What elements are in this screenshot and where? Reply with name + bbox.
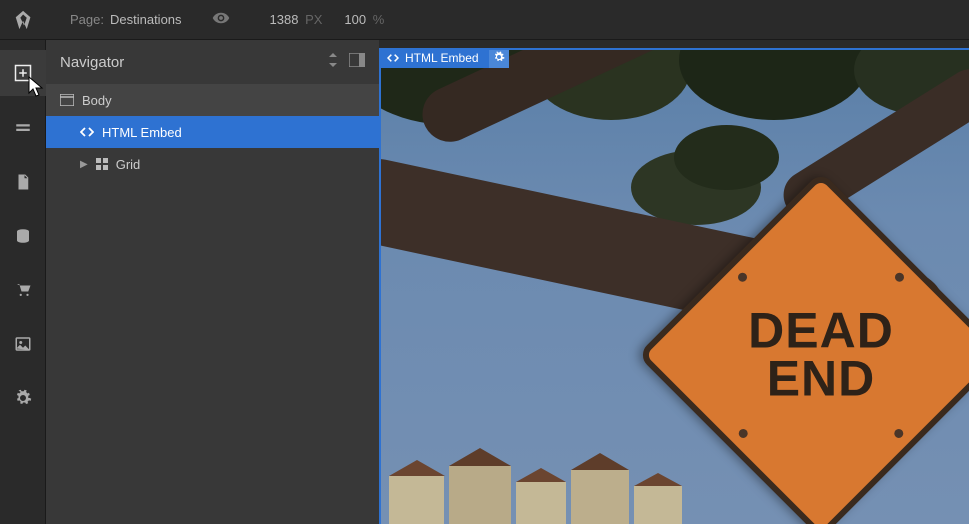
tree-label: HTML Embed <box>102 125 182 140</box>
grid-icon <box>96 158 108 170</box>
sign-text-line2: END <box>748 355 894 403</box>
badge-label: HTML Embed <box>405 51 479 65</box>
panel-header: Navigator <box>46 40 379 84</box>
body-icon <box>60 94 74 106</box>
page-selector[interactable]: Page: Destinations <box>70 12 182 27</box>
tool-sidebar <box>0 40 46 524</box>
tree-node-body[interactable]: Body <box>46 84 379 116</box>
panel-toggle-icon[interactable] <box>349 53 365 72</box>
selection-badge[interactable]: HTML Embed <box>379 48 509 68</box>
main-area: Navigator Body HTML Embed <box>0 40 969 524</box>
add-element-tool[interactable] <box>0 50 46 96</box>
sign-text-line1: DEAD <box>748 308 894 356</box>
embed-icon <box>387 53 399 63</box>
tree-label: Body <box>82 93 112 108</box>
expand-arrow-icon[interactable]: ▶ <box>80 159 88 170</box>
tree-node-grid[interactable]: ▶ Grid <box>46 148 379 180</box>
page-name: Destinations <box>110 12 182 27</box>
scene-houses <box>381 444 731 524</box>
ecommerce-tool[interactable] <box>11 278 35 302</box>
page-tool[interactable] <box>11 170 35 194</box>
panel-title: Navigator <box>60 54 124 71</box>
element-tree: Body HTML Embed ▶ Grid <box>46 84 379 524</box>
cms-tool[interactable] <box>11 224 35 248</box>
pages-tool[interactable] <box>11 116 35 140</box>
canvas-width[interactable]: 1388 PX <box>270 12 323 27</box>
width-unit: PX <box>305 12 322 27</box>
preview-icon[interactable] <box>212 9 230 30</box>
width-value: 1388 <box>270 12 299 27</box>
element-settings-icon[interactable] <box>489 49 509 68</box>
zoom-value: 100 <box>344 12 366 27</box>
canvas-area: HTML Embed <box>379 40 969 524</box>
assets-tool[interactable] <box>11 332 35 356</box>
expand-collapse-icon[interactable] <box>327 53 339 72</box>
zoom-unit: % <box>373 12 385 27</box>
scene-foliage <box>674 125 779 190</box>
tree-label: Grid <box>116 157 141 172</box>
page-label: Page: <box>70 12 104 27</box>
tree-node-html-embed[interactable]: HTML Embed <box>46 116 379 148</box>
settings-tool[interactable] <box>11 386 35 410</box>
navigator-panel: Navigator Body HTML Embed <box>46 40 379 524</box>
html-embed-element[interactable]: HTML Embed <box>379 48 969 524</box>
top-bar: Page: Destinations 1388 PX 100 % <box>0 0 969 40</box>
canvas-zoom[interactable]: 100 % <box>344 12 384 27</box>
logo-icon[interactable] <box>12 8 36 32</box>
scene-foliage <box>679 48 869 120</box>
embed-icon <box>80 126 94 138</box>
